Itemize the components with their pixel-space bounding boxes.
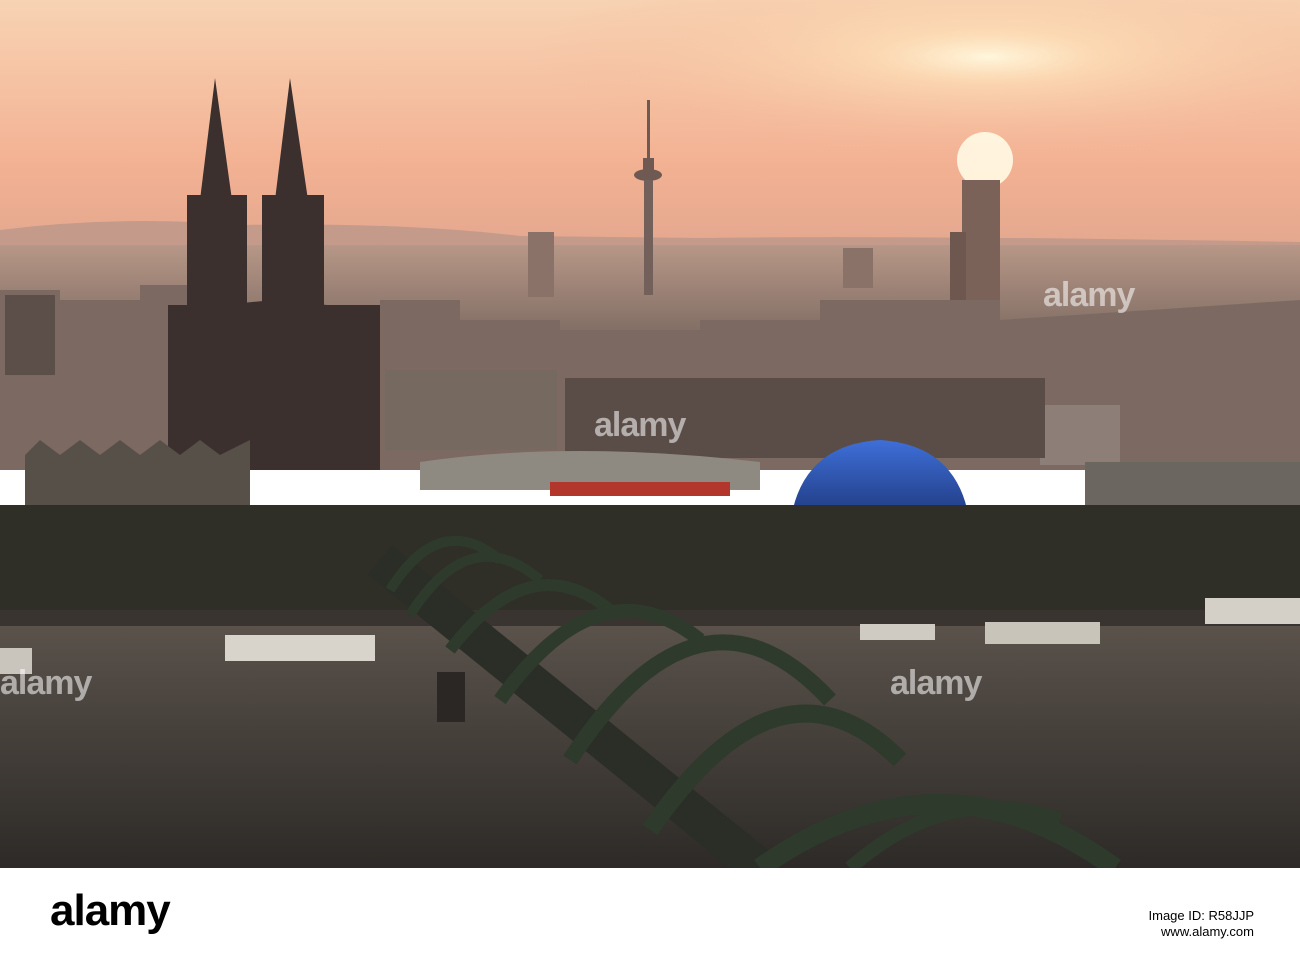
boat — [860, 624, 935, 640]
station-building — [385, 370, 557, 450]
photo: alamy alamy alamy alamy — [0, 0, 1300, 868]
red-train — [550, 482, 730, 496]
footer-meta: Image ID: R58JJP www.alamy.com — [1149, 908, 1255, 940]
watermark: alamy — [890, 664, 982, 702]
boat — [1205, 598, 1300, 624]
site-url: www.alamy.com — [1161, 924, 1254, 939]
watermark: alamy — [594, 406, 686, 444]
boat — [225, 635, 375, 661]
building-far — [843, 248, 873, 288]
sun — [957, 132, 1013, 188]
watermark: alamy — [1043, 276, 1135, 314]
alamy-logo: alamy — [50, 886, 171, 935]
footer-bar: alamy Image ID: R58JJP www.alamy.com — [0, 868, 1300, 957]
boat — [985, 622, 1100, 644]
watermark: alamy — [0, 664, 92, 702]
embankment-trees — [0, 505, 1300, 620]
bridge-pier — [437, 672, 465, 722]
building-right — [1040, 405, 1120, 465]
tower-block — [528, 232, 554, 297]
image-id: Image ID: R58JJP — [1148, 908, 1255, 923]
office-building — [5, 295, 55, 375]
